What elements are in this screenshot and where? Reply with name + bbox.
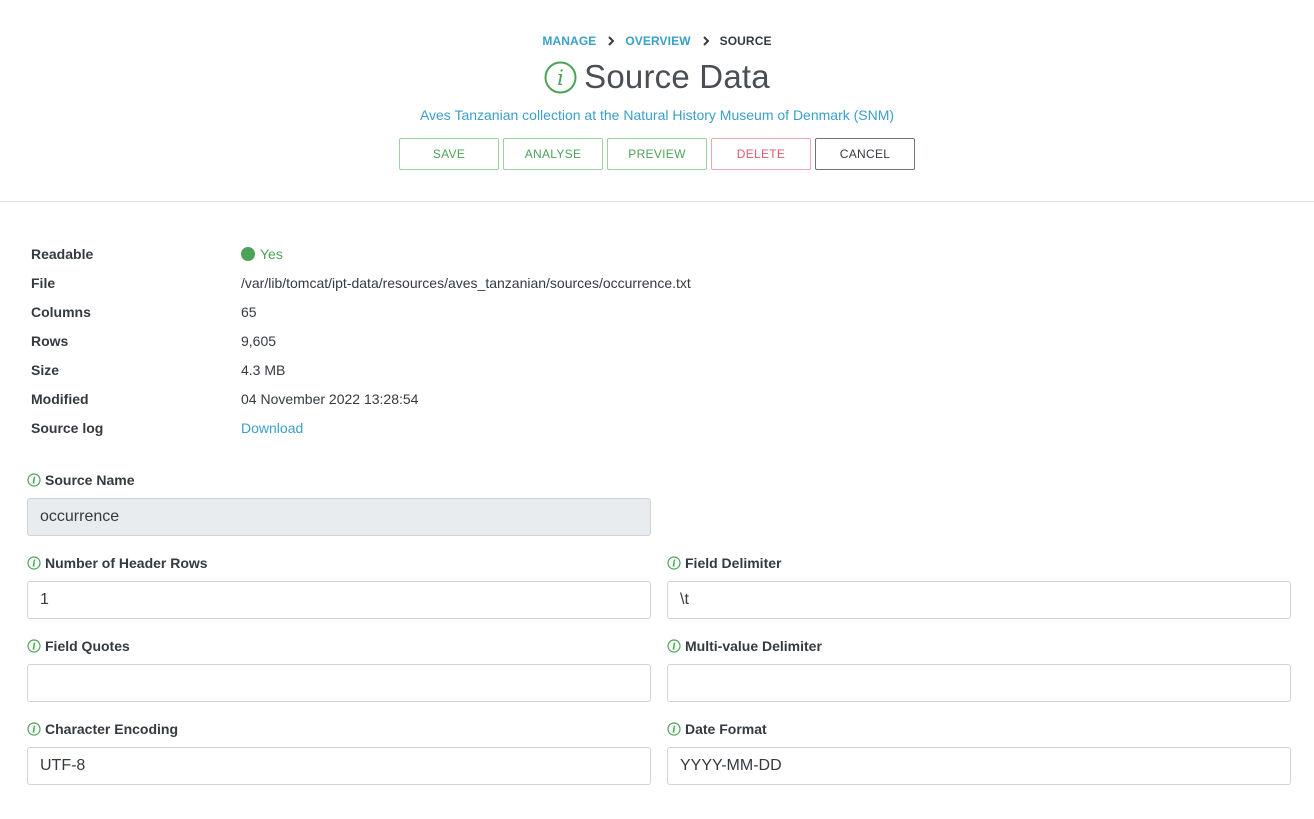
svg-text:i: i bbox=[672, 643, 676, 653]
breadcrumb-overview-link[interactable]: OVERVIEW bbox=[625, 34, 690, 48]
svg-text:i: i bbox=[557, 66, 564, 90]
source-log-label: Source log bbox=[31, 419, 104, 436]
multivalue-delimiter-input[interactable] bbox=[667, 664, 1291, 702]
detail-row-columns: Columns 65 bbox=[31, 297, 691, 326]
svg-text:i: i bbox=[32, 560, 36, 570]
rows-label: Rows bbox=[31, 332, 69, 349]
size-label: Size bbox=[31, 361, 60, 378]
page-header: MANAGE OVERVIEW SOURCE i Source Data Ave… bbox=[0, 0, 1314, 202]
delete-button[interactable]: DELETE bbox=[711, 138, 811, 170]
size-value: 4.3 MB bbox=[241, 361, 286, 378]
readable-value: Yes bbox=[241, 246, 283, 262]
date-format-field: i Date Format bbox=[667, 720, 1291, 785]
analyse-button[interactable]: ANALYSE bbox=[503, 138, 603, 170]
field-delimiter-input[interactable] bbox=[667, 581, 1291, 619]
field-quotes-field: i Field Quotes bbox=[27, 637, 651, 702]
detail-row-source-log: Source log Download bbox=[31, 413, 691, 442]
action-buttons: SAVE ANALYSE PREVIEW DELETE CANCEL bbox=[0, 138, 1314, 170]
breadcrumb: MANAGE OVERVIEW SOURCE bbox=[0, 34, 1314, 48]
field-delimiter-label: i Field Delimiter bbox=[667, 554, 1291, 572]
file-label: File bbox=[31, 274, 56, 291]
source-name-field: i Source Name bbox=[27, 471, 651, 536]
info-circle-icon[interactable]: i bbox=[544, 61, 577, 94]
title-row: i Source Data bbox=[0, 58, 1314, 96]
multivalue-delimiter-label: i Multi-value Delimiter bbox=[667, 637, 1291, 655]
page-title: Source Data bbox=[584, 58, 770, 95]
chevron-right-icon bbox=[608, 36, 615, 46]
svg-text:i: i bbox=[32, 726, 36, 736]
header-rows-input[interactable] bbox=[27, 581, 651, 619]
character-encoding-label: i Character Encoding bbox=[27, 720, 651, 738]
save-button[interactable]: SAVE bbox=[399, 138, 499, 170]
resource-title-link[interactable]: Aves Tanzanian collection at the Natural… bbox=[0, 107, 1314, 123]
field-quotes-input[interactable] bbox=[27, 664, 651, 702]
svg-text:i: i bbox=[32, 643, 36, 653]
multivalue-delimiter-field: i Multi-value Delimiter bbox=[667, 637, 1291, 702]
modified-label: Modified bbox=[31, 390, 89, 407]
source-log-download-link[interactable]: Download bbox=[241, 420, 303, 436]
header-rows-label-text: Number of Header Rows bbox=[45, 555, 208, 571]
header-rows-field: i Number of Header Rows bbox=[27, 554, 651, 619]
rows-value: 9,605 bbox=[241, 332, 277, 349]
svg-text:i: i bbox=[672, 726, 676, 736]
source-name-label-text: Source Name bbox=[45, 472, 135, 488]
modified-value: 04 November 2022 13:28:54 bbox=[241, 390, 419, 407]
character-encoding-label-text: Character Encoding bbox=[45, 721, 179, 737]
header-rows-label: i Number of Header Rows bbox=[27, 554, 651, 572]
info-icon[interactable]: i bbox=[27, 556, 41, 570]
date-format-label: i Date Format bbox=[667, 720, 1291, 738]
svg-text:i: i bbox=[32, 477, 36, 487]
info-icon[interactable]: i bbox=[27, 473, 41, 487]
multivalue-delimiter-label-text: Multi-value Delimiter bbox=[685, 638, 822, 654]
detail-row-modified: Modified 04 November 2022 13:28:54 bbox=[31, 384, 691, 413]
detail-row-readable: Readable Yes bbox=[31, 239, 691, 268]
character-encoding-input[interactable] bbox=[27, 747, 651, 785]
date-format-label-text: Date Format bbox=[685, 721, 767, 737]
info-icon[interactable]: i bbox=[27, 639, 41, 653]
info-icon[interactable]: i bbox=[667, 556, 681, 570]
detail-row-file: File /var/lib/tomcat/ipt-data/resources/… bbox=[31, 268, 691, 297]
field-quotes-label: i Field Quotes bbox=[27, 637, 651, 655]
readable-label: Readable bbox=[31, 245, 94, 262]
status-dot-icon bbox=[241, 246, 255, 261]
info-icon[interactable]: i bbox=[667, 639, 681, 653]
breadcrumb-current: SOURCE bbox=[719, 34, 772, 48]
source-name-input[interactable] bbox=[27, 498, 651, 536]
columns-label: Columns bbox=[31, 303, 91, 320]
columns-value: 65 bbox=[241, 303, 257, 320]
preview-button[interactable]: PREVIEW bbox=[607, 138, 707, 170]
date-format-input[interactable] bbox=[667, 747, 1291, 785]
detail-row-size: Size 4.3 MB bbox=[31, 355, 691, 384]
info-icon[interactable]: i bbox=[27, 722, 41, 736]
file-value: /var/lib/tomcat/ipt-data/resources/aves_… bbox=[241, 274, 691, 291]
field-delimiter-label-text: Field Delimiter bbox=[685, 555, 782, 571]
svg-text:i: i bbox=[672, 560, 676, 570]
cancel-button[interactable]: CANCEL bbox=[815, 138, 915, 170]
readable-status-text: Yes bbox=[260, 245, 283, 262]
field-delimiter-field: i Field Delimiter bbox=[667, 554, 1291, 619]
field-quotes-label-text: Field Quotes bbox=[45, 638, 130, 654]
chevron-right-icon bbox=[702, 36, 709, 46]
detail-row-rows: Rows 9,605 bbox=[31, 326, 691, 355]
info-icon[interactable]: i bbox=[667, 722, 681, 736]
source-details: Readable Yes File /var/lib/tomcat/ipt-da… bbox=[31, 239, 691, 442]
breadcrumb-manage-link[interactable]: MANAGE bbox=[542, 34, 596, 48]
character-encoding-field: i Character Encoding bbox=[27, 720, 651, 785]
source-name-label: i Source Name bbox=[27, 471, 651, 489]
